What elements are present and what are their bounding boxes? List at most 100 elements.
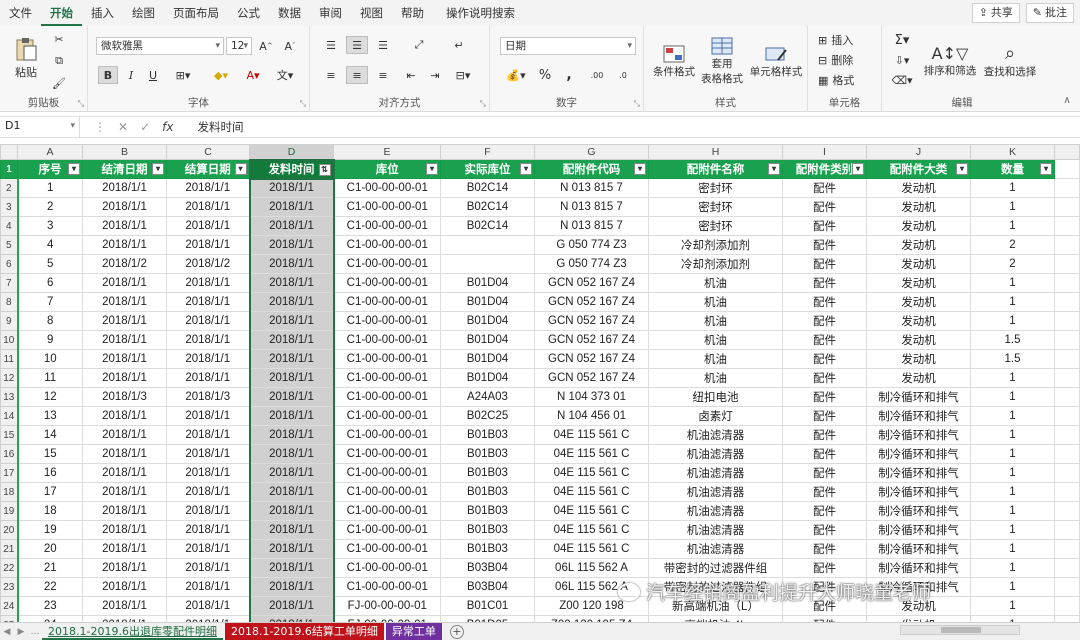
data-cell[interactable]: 1 xyxy=(970,520,1055,540)
phonetic-icon[interactable]: 文▾ xyxy=(272,66,298,84)
data-cell[interactable]: GCN 052 167 Z4 xyxy=(534,368,649,388)
data-cell[interactable]: 2018/1/1 xyxy=(166,292,250,312)
data-cell[interactable]: 06L 115 562 A xyxy=(534,558,649,578)
empty-cell[interactable] xyxy=(1054,387,1080,407)
column-header[interactable]: B xyxy=(82,144,167,160)
data-cell[interactable]: 发动机 xyxy=(866,368,971,388)
data-cell[interactable]: 2018/1/1 xyxy=(248,330,335,350)
sort-filter-button[interactable]: A↕▽ 排序和筛选 xyxy=(922,32,978,90)
data-cell[interactable]: 2018/1/1 xyxy=(248,577,335,597)
align-top-icon[interactable]: ☰ xyxy=(320,36,342,54)
data-cell[interactable]: B01D04 xyxy=(440,349,535,369)
data-cell[interactable]: 04E 115 561 C xyxy=(534,539,649,559)
data-cell[interactable]: 配件 xyxy=(782,406,867,426)
data-cell[interactable]: 2018/1/1 xyxy=(82,368,167,388)
data-cell[interactable]: 1 xyxy=(970,368,1055,388)
data-cell[interactable]: 制冷循环和排气 xyxy=(866,520,971,540)
data-cell[interactable]: C1-00-00-00-01 xyxy=(333,197,441,217)
filter-dropdown-icon[interactable]: ▾ xyxy=(634,163,646,175)
data-cell[interactable]: 冷却剂添加剂 xyxy=(648,235,783,255)
table-header-cell[interactable]: 库位 ▾ xyxy=(333,159,441,179)
table-header-cell[interactable]: 配附件类别 ▾ xyxy=(782,159,867,179)
data-cell[interactable]: B01B03 xyxy=(440,501,535,521)
row-header[interactable]: 19 xyxy=(0,501,18,521)
data-cell[interactable]: 1 xyxy=(970,292,1055,312)
data-cell[interactable]: 配件 xyxy=(782,330,867,350)
data-cell[interactable]: 2018/1/1 xyxy=(248,387,335,407)
data-cell[interactable]: 1 xyxy=(970,387,1055,407)
empty-cell[interactable] xyxy=(1054,444,1080,464)
row-header[interactable]: 22 xyxy=(0,558,18,578)
data-cell[interactable]: 配件 xyxy=(782,273,867,293)
data-cell[interactable]: 1 xyxy=(970,558,1055,578)
empty-cell[interactable] xyxy=(1054,216,1080,236)
data-cell[interactable]: 2018/1/1 xyxy=(248,273,335,293)
data-cell[interactable]: GCN 052 167 Z4 xyxy=(534,349,649,369)
data-cell[interactable]: 2018/1/1 xyxy=(166,463,250,483)
add-sheet-icon[interactable]: + xyxy=(449,624,464,639)
orientation-icon[interactable]: ⤢ xyxy=(408,36,430,54)
data-cell[interactable]: B02C14 xyxy=(440,178,535,198)
column-header[interactable]: G xyxy=(534,144,649,160)
align-middle-icon[interactable]: ☰ xyxy=(346,36,368,54)
data-cell[interactable]: 密封环 xyxy=(648,178,783,198)
data-cell[interactable]: 8 xyxy=(16,311,83,331)
name-box[interactable]: D1 xyxy=(0,116,80,138)
data-cell[interactable]: 1.5 xyxy=(970,330,1055,350)
data-cell[interactable]: 制冷循环和排气 xyxy=(866,387,971,407)
data-cell[interactable]: 04E 115 561 C xyxy=(534,520,649,540)
row-header[interactable]: 1 xyxy=(0,159,18,179)
scroll-thumb[interactable] xyxy=(941,627,981,633)
column-header[interactable]: C xyxy=(166,144,250,160)
row-header[interactable]: 6 xyxy=(0,254,18,274)
data-cell[interactable]: 2018/1/1 xyxy=(82,235,167,255)
empty-cell[interactable] xyxy=(1054,235,1080,255)
data-cell[interactable]: 2018/1/1 xyxy=(82,349,167,369)
more-sheets-icon[interactable]: … xyxy=(28,627,42,637)
data-cell[interactable]: 制冷循环和排气 xyxy=(866,539,971,559)
data-cell[interactable]: 2018/1/1 xyxy=(248,216,335,236)
data-cell[interactable]: B03B04 xyxy=(440,577,535,597)
data-cell[interactable]: 7 xyxy=(16,292,83,312)
data-cell[interactable]: B01D04 xyxy=(440,273,535,293)
data-cell[interactable]: 带密封的过滤器件组 xyxy=(648,558,783,578)
data-cell[interactable]: 17 xyxy=(16,482,83,502)
sheet-tab[interactable]: 异常工单 xyxy=(385,623,442,640)
row-header[interactable]: 8 xyxy=(0,292,18,312)
data-cell[interactable]: G 050 774 Z3 xyxy=(534,235,649,255)
data-cell[interactable]: 机油滤清器 xyxy=(648,463,783,483)
row-header[interactable]: 21 xyxy=(0,539,18,559)
data-cell[interactable]: 2018/1/1 xyxy=(82,444,167,464)
data-cell[interactable]: 发动机 xyxy=(866,235,971,255)
data-cell[interactable]: 发动机 xyxy=(866,311,971,331)
table-header-cell[interactable]: 配附件名称 ▾ xyxy=(648,159,783,179)
data-cell[interactable]: 配件 xyxy=(782,292,867,312)
data-cell[interactable]: 2018/1/1 xyxy=(166,596,250,616)
empty-cell[interactable] xyxy=(1054,254,1080,274)
data-cell[interactable]: 2018/1/2 xyxy=(166,254,250,274)
data-cell[interactable]: 2018/1/1 xyxy=(82,539,167,559)
data-cell[interactable]: 发动机 xyxy=(866,349,971,369)
dialog-launcher-icon[interactable]: ⤡ xyxy=(78,99,84,109)
data-cell[interactable]: C1-00-00-00-01 xyxy=(333,235,441,255)
data-cell[interactable]: 19 xyxy=(16,520,83,540)
data-cell[interactable]: C1-00-00-00-01 xyxy=(333,387,441,407)
data-cell[interactable]: 2 xyxy=(970,254,1055,274)
data-cell[interactable]: 2018/1/1 xyxy=(248,444,335,464)
data-cell[interactable]: 18 xyxy=(16,501,83,521)
data-cell[interactable]: 14 xyxy=(16,425,83,445)
clear-icon[interactable]: ⌫▾ xyxy=(890,72,914,88)
row-header[interactable]: 13 xyxy=(0,387,18,407)
data-cell[interactable]: 2018/1/1 xyxy=(82,197,167,217)
row-header[interactable]: 24 xyxy=(0,596,18,616)
data-cell[interactable]: 1 xyxy=(970,501,1055,521)
data-cell[interactable]: B01B03 xyxy=(440,463,535,483)
font-size-select[interactable]: 12 xyxy=(226,37,252,55)
data-cell[interactable]: B01D04 xyxy=(440,330,535,350)
horizontal-scrollbar[interactable] xyxy=(900,625,1020,635)
column-header[interactable]: D xyxy=(249,144,334,161)
data-cell[interactable]: 发动机 xyxy=(866,330,971,350)
column-header[interactable]: E xyxy=(333,144,441,160)
data-cell[interactable]: C1-00-00-00-01 xyxy=(333,444,441,464)
column-header[interactable]: H xyxy=(648,144,783,160)
